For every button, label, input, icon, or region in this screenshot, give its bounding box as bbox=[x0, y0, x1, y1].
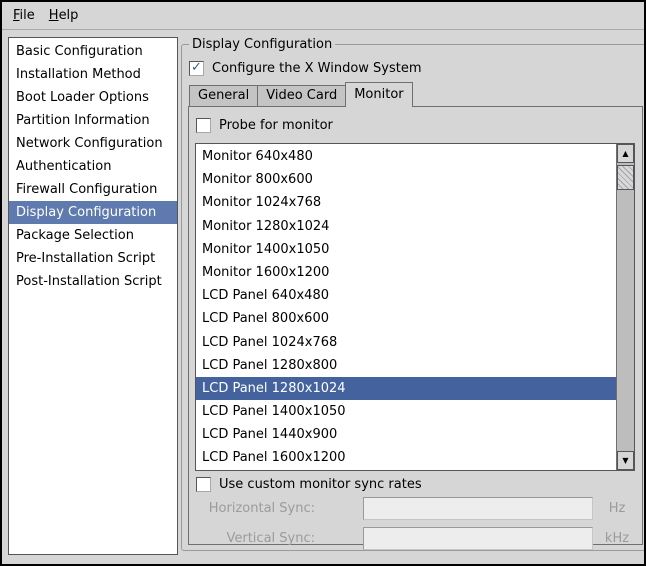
sidebar-item-network-configuration[interactable]: Network Configuration bbox=[9, 132, 177, 155]
tab-video-card[interactable]: Video Card bbox=[257, 85, 346, 106]
monitor-list: Monitor 640x480 Monitor 800x600 Monitor … bbox=[196, 144, 616, 470]
menubar: File Help bbox=[2, 2, 644, 30]
monitor-list-item[interactable]: Monitor 1600x1200 bbox=[196, 261, 616, 284]
main-panel: Display Configuration ✓ Configure the X … bbox=[181, 37, 641, 555]
custom-sync-row: Use custom monitor sync rates bbox=[196, 475, 635, 493]
horizontal-sync-unit: Hz bbox=[599, 501, 635, 516]
check-icon: ✓ bbox=[191, 61, 202, 74]
monitor-list-item[interactable]: LCD Panel 1600x1200 bbox=[196, 446, 616, 469]
menu-file-rest: ile bbox=[20, 8, 35, 23]
probe-monitor-row: Probe for monitor bbox=[196, 116, 635, 134]
menu-help-accel: H bbox=[49, 8, 59, 23]
sidebar-item-partition-information[interactable]: Partition Information bbox=[9, 109, 177, 132]
sidebar-nav: Basic Configuration Installation Method … bbox=[8, 37, 178, 555]
vertical-sync-unit: kHz bbox=[599, 531, 635, 546]
sidebar-item-post-installation-script[interactable]: Post-Installation Script bbox=[9, 270, 177, 293]
monitor-list-item[interactable]: LCD Panel 1280x800 bbox=[196, 354, 616, 377]
sidebar-item-installation-method[interactable]: Installation Method bbox=[9, 63, 177, 86]
monitor-listbox: Monitor 640x480 Monitor 800x600 Monitor … bbox=[195, 143, 635, 471]
horizontal-sync-row: Horizontal Sync: Hz bbox=[195, 497, 635, 520]
sidebar-item-pre-installation-script[interactable]: Pre-Installation Script bbox=[9, 247, 177, 270]
frame-title: Display Configuration bbox=[189, 37, 335, 52]
display-configuration-frame: Display Configuration ✓ Configure the X … bbox=[181, 37, 646, 551]
monitor-list-item[interactable]: Monitor 1280x1024 bbox=[196, 215, 616, 238]
tab-monitor[interactable]: Monitor bbox=[345, 82, 412, 107]
probe-monitor-label: Probe for monitor bbox=[219, 118, 333, 133]
monitor-list-item[interactable]: Monitor 800x600 bbox=[196, 168, 616, 191]
monitor-list-item[interactable]: LCD Panel 1400x1050 bbox=[196, 400, 616, 423]
scroll-up-button[interactable]: ▲ bbox=[617, 144, 634, 163]
monitor-list-item[interactable]: Monitor 1024x768 bbox=[196, 191, 616, 214]
scroll-down-button[interactable]: ▼ bbox=[617, 451, 634, 470]
content-area: Basic Configuration Installation Method … bbox=[2, 30, 644, 564]
monitor-tab-panel: Probe for monitor Monitor 640x480 Monito… bbox=[188, 106, 643, 545]
horizontal-sync-input[interactable] bbox=[363, 497, 593, 520]
configure-x-label: Configure the X Window System bbox=[212, 61, 422, 76]
sidebar-item-package-selection[interactable]: Package Selection bbox=[9, 224, 177, 247]
app-window: File Help Basic Configuration Installati… bbox=[0, 0, 646, 566]
vertical-sync-label: Vertical Sync: bbox=[195, 531, 315, 546]
arrow-up-icon: ▲ bbox=[622, 150, 628, 158]
menu-help-rest: elp bbox=[59, 8, 79, 23]
display-notebook: General Video Card Monitor Probe for mon… bbox=[188, 82, 643, 545]
monitor-list-item[interactable]: LCD Panel 1440x900 bbox=[196, 423, 616, 446]
scrollbar-trough[interactable] bbox=[617, 190, 634, 451]
vertical-scrollbar[interactable]: ▲ ▼ bbox=[616, 144, 634, 470]
monitor-list-item[interactable]: Monitor 1400x1050 bbox=[196, 238, 616, 261]
vertical-sync-row: Vertical Sync: kHz bbox=[195, 527, 635, 550]
arrow-down-icon: ▼ bbox=[622, 457, 628, 465]
menu-help[interactable]: Help bbox=[42, 5, 86, 26]
sidebar-item-boot-loader-options[interactable]: Boot Loader Options bbox=[9, 86, 177, 109]
configure-x-row: ✓ Configure the X Window System bbox=[189, 59, 643, 77]
sidebar-item-basic-configuration[interactable]: Basic Configuration bbox=[9, 40, 177, 63]
sidebar-item-firewall-configuration[interactable]: Firewall Configuration bbox=[9, 178, 177, 201]
configure-x-checkbox[interactable]: ✓ bbox=[189, 61, 204, 76]
custom-sync-checkbox[interactable] bbox=[196, 477, 211, 492]
menu-file[interactable]: File bbox=[6, 5, 42, 26]
vertical-sync-input[interactable] bbox=[363, 527, 593, 550]
monitor-list-item[interactable]: LCD Panel 640x480 bbox=[196, 284, 616, 307]
horizontal-sync-label: Horizontal Sync: bbox=[195, 501, 315, 516]
probe-monitor-checkbox[interactable] bbox=[196, 118, 211, 133]
custom-sync-label: Use custom monitor sync rates bbox=[219, 477, 422, 492]
sidebar-item-display-configuration[interactable]: Display Configuration bbox=[9, 201, 177, 224]
monitor-list-item-selected[interactable]: LCD Panel 1280x1024 bbox=[196, 377, 616, 400]
monitor-list-item[interactable]: LCD Panel 1024x768 bbox=[196, 331, 616, 354]
monitor-list-item[interactable]: LCD Panel 800x600 bbox=[196, 307, 616, 330]
sidebar-item-authentication[interactable]: Authentication bbox=[9, 155, 177, 178]
tab-general[interactable]: General bbox=[189, 85, 258, 106]
monitor-list-item[interactable]: Monitor 640x480 bbox=[196, 145, 616, 168]
scrollbar-thumb[interactable] bbox=[617, 165, 634, 190]
tab-bar: General Video Card Monitor bbox=[188, 82, 643, 106]
